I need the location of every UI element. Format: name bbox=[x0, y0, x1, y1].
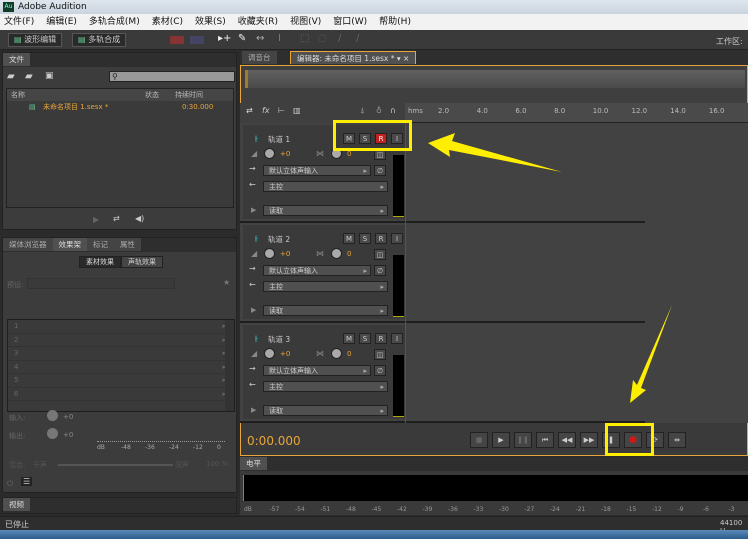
arrow-to-track-buttons bbox=[428, 133, 562, 172]
annotation-arrows bbox=[428, 133, 672, 403]
arrow-to-record bbox=[630, 305, 672, 403]
